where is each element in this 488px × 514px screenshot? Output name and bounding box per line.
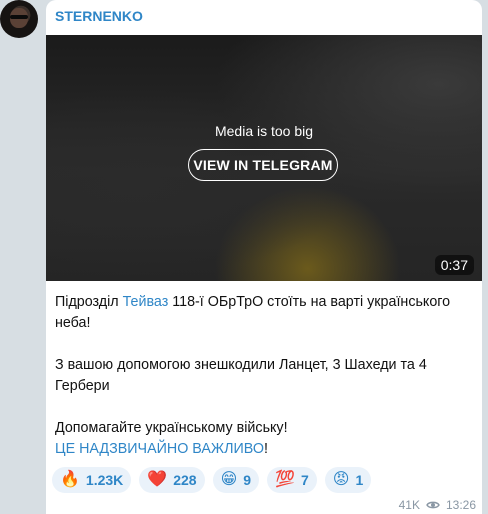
reaction-angry[interactable]: 😡 1	[324, 467, 372, 493]
message-time: 13:26	[445, 498, 476, 512]
post-text-segment: !	[263, 441, 268, 457]
reaction-hundred[interactable]: 💯 7	[267, 467, 317, 493]
angry-icon: 😡	[332, 471, 350, 488]
fire-icon: 🔥	[60, 471, 80, 488]
avatar-glasses	[10, 15, 28, 19]
post-paragraph-3: Допомагайте українському війську! ЦЕ НАД…	[55, 418, 471, 460]
reaction-count: 228	[173, 472, 197, 488]
media-preview[interactable]: Media is too big VIEW IN TELEGRAM 0:37	[46, 35, 482, 281]
grin-icon: 😁	[220, 471, 238, 488]
view-count: 41K	[398, 498, 420, 512]
reaction-heart[interactable]: ❤️ 228	[139, 467, 205, 493]
media-too-big-message: Media is too big	[214, 123, 314, 139]
post-paragraph-2: З вашою допомогою знешкодили Ланцет, 3 Ш…	[55, 357, 427, 394]
important-link[interactable]: ЦЕ НАДЗВИЧАЙНО ВАЖЛИВО	[55, 441, 264, 457]
message-bubble: STERNENKO Media is too big VIEW IN TELEG…	[46, 0, 482, 514]
teivaz-link[interactable]: Тейваз	[123, 294, 169, 310]
channel-avatar[interactable]	[0, 0, 38, 38]
reaction-fire[interactable]: 🔥 1.23K	[52, 467, 132, 493]
heart-icon: ❤️	[147, 471, 168, 488]
view-in-telegram-button[interactable]: VIEW IN TELEGRAM	[188, 149, 338, 181]
post-text: Підрозділ Тейваз 118-ї ОБрТрО стоїть на …	[55, 292, 471, 481]
hundred-icon: 💯	[275, 471, 295, 488]
post-text-segment: Допомагайте українському війську!	[55, 420, 288, 436]
reaction-count: 1.23K	[85, 472, 124, 488]
video-duration-badge: 0:37	[434, 255, 474, 275]
channel-name[interactable]: STERNENKO	[55, 8, 143, 24]
post-text-segment: Підрозділ	[55, 294, 123, 310]
message-meta: 41K 13:26	[399, 498, 476, 512]
post-paragraph-1: Підрозділ Тейваз 118-ї ОБрТрО стоїть на …	[55, 292, 471, 334]
reaction-count: 1	[355, 472, 364, 488]
reaction-grin[interactable]: 😁 9	[212, 467, 260, 493]
reaction-count: 7	[300, 472, 309, 488]
reaction-count: 9	[243, 472, 252, 488]
reactions-bar: 🔥 1.23K ❤️ 228 😁 9 💯 7 😡 1	[52, 467, 372, 493]
eye-icon	[426, 501, 440, 509]
